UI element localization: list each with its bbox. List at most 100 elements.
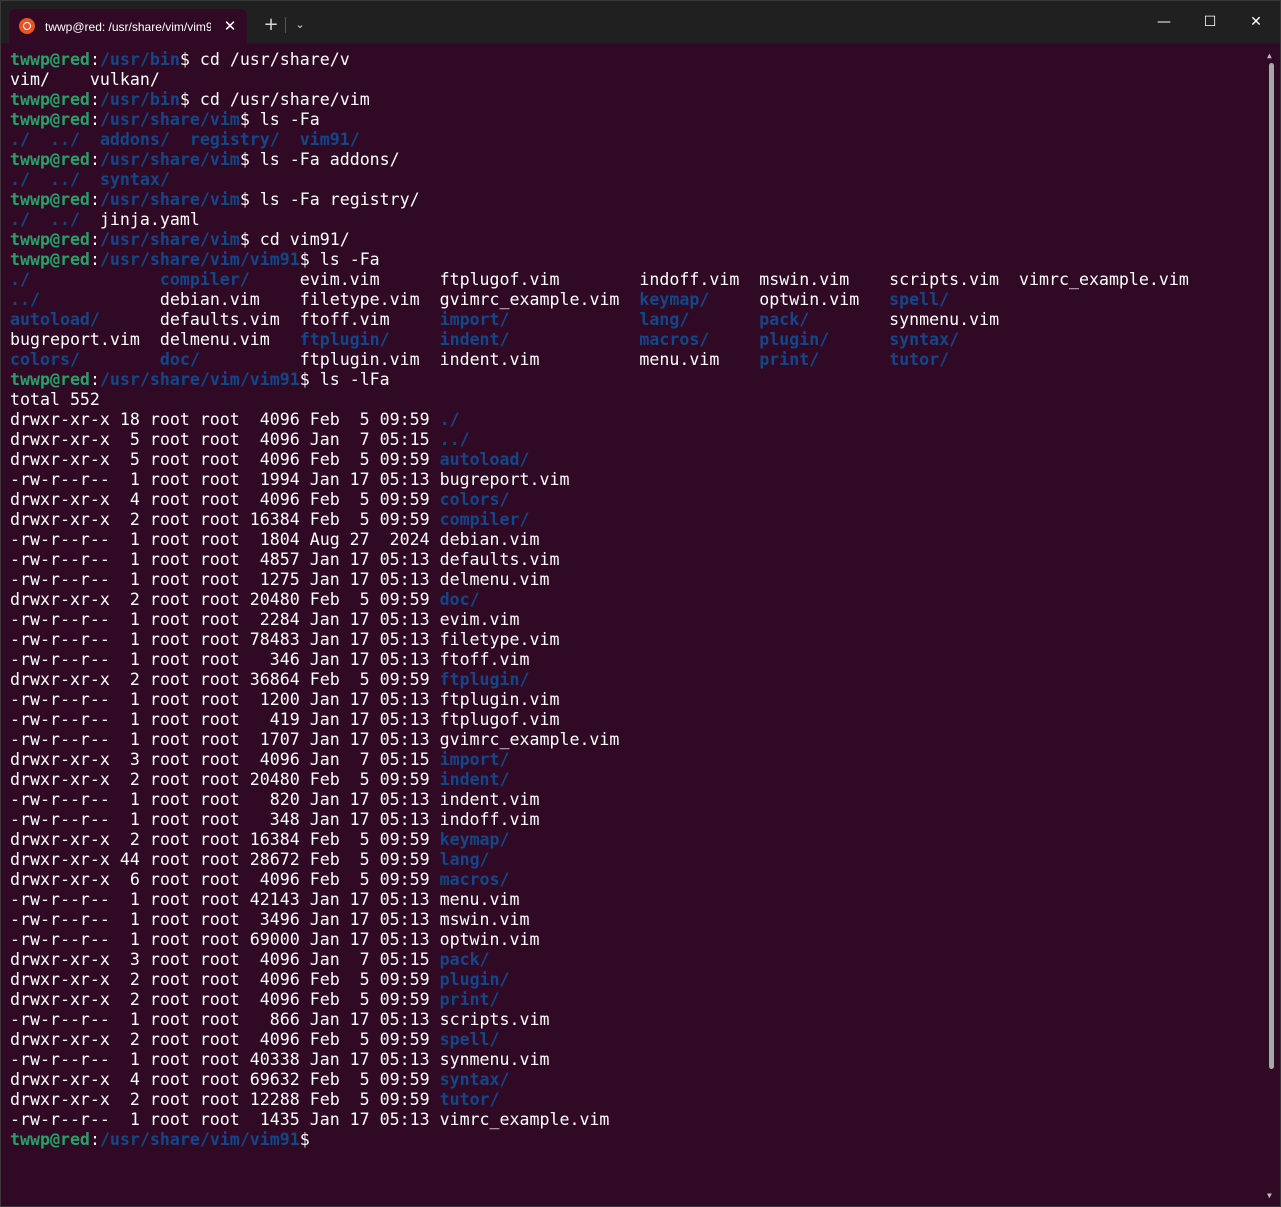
- terminal-text: drwxr-xr-x 5 root root 4096 Feb 5 09:59: [10, 450, 440, 469]
- terminal-line: drwxr-xr-x 3 root root 4096 Jan 7 05:15 …: [10, 950, 1262, 970]
- directory-name: doc/: [159, 350, 200, 369]
- terminal-text: drwxr-xr-x 2 root root 36864 Feb 5 09:59: [10, 670, 440, 689]
- terminal-text: drwxr-xr-x 2 root root 16384 Feb 5 09:59: [10, 510, 440, 529]
- terminal-line: ./ ../ jinja.yaml: [10, 210, 1262, 230]
- directory-name: plugin/: [439, 970, 510, 989]
- tab-dropdown-button[interactable]: ⌄: [290, 13, 310, 37]
- terminal-line: drwxr-xr-x 2 root root 20480 Feb 5 09:59…: [10, 590, 1262, 610]
- terminal-line: drwxr-xr-x 3 root root 4096 Jan 7 05:15 …: [10, 750, 1262, 770]
- terminal-line: drwxr-xr-x 18 root root 4096 Feb 5 09:59…: [10, 410, 1262, 430]
- terminal-text: :: [89, 230, 100, 249]
- terminal-text: drwxr-xr-x 5 root root 4096 Jan 7 05:15: [10, 430, 440, 449]
- terminal-text: -rw-r--r-- 1 root root 40338 Jan 17 05:1…: [10, 1050, 550, 1069]
- directory-name: print/: [759, 350, 820, 369]
- ubuntu-icon: [19, 18, 35, 34]
- directory-name: ../: [49, 170, 80, 189]
- directory-name: ./: [439, 410, 460, 429]
- terminal-text: drwxr-xr-x 2 root root 12288 Feb 5 09:59: [10, 1090, 440, 1109]
- prompt-path: /usr/share/vim: [99, 230, 240, 249]
- maximize-button[interactable]: ☐: [1187, 7, 1233, 37]
- terminal-text: -rw-r--r-- 1 root root 1435 Jan 17 05:13…: [10, 1110, 610, 1129]
- minimize-button[interactable]: —: [1141, 7, 1187, 37]
- directory-name: syntax/: [99, 170, 170, 189]
- terminal-line: twwp@red:/usr/bin$ cd /usr/share/vim: [10, 90, 1262, 110]
- tab-close-button[interactable]: ✕: [219, 15, 241, 37]
- directory-name: ./: [10, 170, 30, 189]
- prompt-user: twwp@red: [10, 250, 90, 269]
- directory-name: keymap/: [439, 830, 510, 849]
- prompt-path: /usr/share/vim/vim91: [99, 250, 300, 269]
- prompt-user: twwp@red: [10, 1130, 90, 1149]
- terminal-text: -rw-r--r-- 1 root root 866 Jan 17 05:13 …: [10, 1010, 550, 1029]
- new-tab-button[interactable]: +: [259, 13, 283, 37]
- directory-name: plugin/: [759, 330, 830, 349]
- terminal-line: -rw-r--r-- 1 root root 820 Jan 17 05:13 …: [10, 790, 1262, 810]
- terminal-line: twwp@red:/usr/share/vim/vim91$: [10, 1130, 1262, 1150]
- terminal-text: drwxr-xr-x 2 root root 20480 Feb 5 09:59: [10, 590, 440, 609]
- terminal-line: drwxr-xr-x 2 root root 4096 Feb 5 09:59 …: [10, 990, 1262, 1010]
- terminal-text: -rw-r--r-- 1 root root 1804 Aug 27 2024 …: [10, 530, 540, 549]
- terminal-tab[interactable]: twwp@red: /usr/share/vim/vim91 ✕: [9, 9, 247, 43]
- directory-name: spell/: [889, 290, 950, 309]
- terminal-line: drwxr-xr-x 2 root root 4096 Feb 5 09:59 …: [10, 970, 1262, 990]
- terminal-text: drwxr-xr-x 2 root root 4096 Feb 5 09:59: [10, 970, 440, 989]
- terminal-window: twwp@red: /usr/share/vim/vim91 ✕ + ⌄ — ☐…: [0, 0, 1281, 1207]
- terminal-text: drwxr-xr-x 3 root root 4096 Jan 7 05:15: [10, 950, 440, 969]
- terminal-text: debian.vim filetype.vim gvimrc_example.v…: [39, 290, 640, 309]
- terminal-text: drwxr-xr-x 18 root root 4096 Feb 5 09:59: [10, 410, 440, 429]
- directory-name: indent/: [439, 330, 510, 349]
- prompt-path: /usr/bin: [99, 50, 180, 69]
- scrollbar[interactable]: ▲ ▼: [1266, 47, 1278, 1204]
- terminal-line: -rw-r--r-- 1 root root 866 Jan 17 05:13 …: [10, 1010, 1262, 1030]
- terminal-text: -rw-r--r-- 1 root root 78483 Jan 17 05:1…: [10, 630, 560, 649]
- terminal-text: defaults.vim ftoff.vim: [99, 310, 440, 329]
- directory-name: indent/: [439, 770, 510, 789]
- terminal-line: -rw-r--r-- 1 root root 4857 Jan 17 05:13…: [10, 550, 1262, 570]
- terminal-line: -rw-r--r-- 1 root root 1994 Jan 17 05:13…: [10, 470, 1262, 490]
- terminal-line: -rw-r--r-- 1 root root 69000 Jan 17 05:1…: [10, 930, 1262, 950]
- terminal-text: $ ls -Fa addons/: [239, 150, 400, 169]
- directory-name: ./: [10, 210, 30, 229]
- terminal-line: twwp@red:/usr/share/vim$ ls -Fa: [10, 110, 1262, 130]
- terminal-line: -rw-r--r-- 1 root root 78483 Jan 17 05:1…: [10, 630, 1262, 650]
- terminal-line: drwxr-xr-x 2 root root 4096 Feb 5 09:59 …: [10, 1030, 1262, 1050]
- terminal-text: -rw-r--r-- 1 root root 820 Jan 17 05:13 …: [10, 790, 540, 809]
- directory-name: import/: [439, 750, 510, 769]
- terminal-text: $ cd /usr/share/vim: [179, 90, 370, 109]
- directory-name: autoload/: [439, 450, 530, 469]
- directory-name: macros/: [439, 870, 510, 889]
- scroll-down-icon[interactable]: ▼: [1267, 1191, 1272, 1200]
- directory-name: addons/: [99, 130, 170, 149]
- directory-name: syntax/: [889, 330, 960, 349]
- close-button[interactable]: ✕: [1233, 7, 1279, 37]
- scroll-thumb[interactable]: [1269, 63, 1274, 1069]
- directory-name: pack/: [439, 950, 490, 969]
- scroll-up-icon[interactable]: ▲: [1267, 51, 1272, 60]
- directory-name: ../: [49, 130, 80, 149]
- terminal-text: -rw-r--r-- 1 root root 1200 Jan 17 05:13…: [10, 690, 560, 709]
- terminal-text: drwxr-xr-x 3 root root 4096 Jan 7 05:15: [10, 750, 440, 769]
- terminal-text: -rw-r--r-- 1 root root 348 Jan 17 05:13 …: [10, 810, 540, 829]
- title-bar: twwp@red: /usr/share/vim/vim91 ✕ + ⌄ — ☐…: [1, 1, 1280, 43]
- terminal-line: drwxr-xr-x 44 root root 28672 Feb 5 09:5…: [10, 850, 1262, 870]
- directory-name: ../: [439, 430, 470, 449]
- terminal-text: synmenu.vim: [809, 310, 1000, 329]
- terminal-line: drwxr-xr-x 2 root root 12288 Feb 5 09:59…: [10, 1090, 1262, 1110]
- terminal-text: $ cd vim91/: [239, 230, 350, 249]
- terminal-output[interactable]: twwp@red:/usr/bin$ cd /usr/share/v vim/ v…: [10, 50, 1262, 1200]
- terminal-line: drwxr-xr-x 5 root root 4096 Feb 5 09:59 …: [10, 450, 1262, 470]
- terminal-line: -rw-r--r-- 1 root root 2284 Jan 17 05:13…: [10, 610, 1262, 630]
- terminal-text: drwxr-xr-x 4 root root 69632 Feb 5 09:59: [10, 1070, 440, 1089]
- directory-name: ftplugin/: [439, 670, 530, 689]
- prompt-user: twwp@red: [10, 90, 90, 109]
- prompt-path: /usr/bin: [99, 90, 180, 109]
- directory-name: syntax/: [439, 1070, 510, 1089]
- terminal-text: -rw-r--r-- 1 root root 1275 Jan 17 05:13…: [10, 570, 550, 589]
- terminal-text: vim/ vulkan/: [10, 70, 160, 89]
